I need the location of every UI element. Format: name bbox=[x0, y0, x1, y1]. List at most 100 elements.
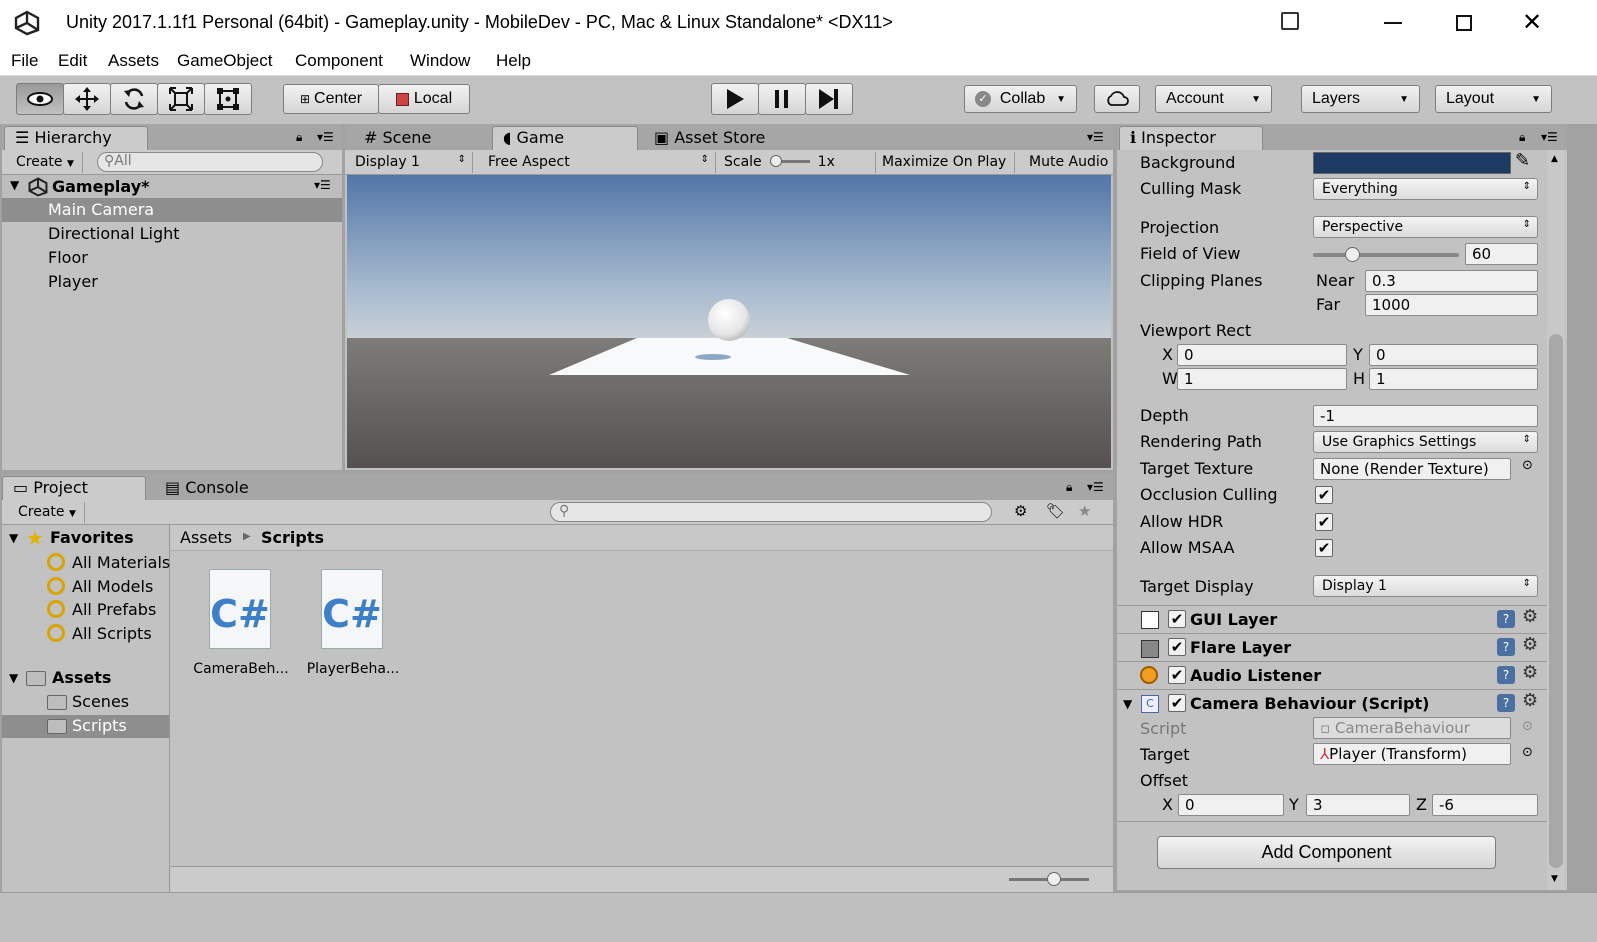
star-icon[interactable]: ★ bbox=[1078, 502, 1091, 520]
display-dropdown[interactable]: Display 1 ⇕ bbox=[347, 152, 473, 173]
pivot-local-button[interactable]: Local bbox=[378, 84, 470, 114]
tag-icon[interactable]: 🏷︎ bbox=[1046, 502, 1065, 520]
expand-triangle-icon[interactable]: ▼ bbox=[1123, 697, 1132, 711]
layout-dropdown[interactable]: Layout ▼ bbox=[1435, 85, 1552, 113]
fov-slider-track[interactable] bbox=[1313, 253, 1459, 257]
camera-behaviour-enabled-checkbox[interactable]: ✔ bbox=[1168, 694, 1186, 712]
game-viewport[interactable] bbox=[347, 175, 1111, 468]
near-field[interactable]: 0.3 bbox=[1365, 270, 1538, 292]
lock-icon[interactable]: 🔒︎ bbox=[1519, 130, 1525, 145]
tab-project[interactable]: ▭ Project bbox=[2, 476, 146, 500]
hierarchy-create-button[interactable]: Create ▼ bbox=[8, 152, 83, 173]
project-search-input[interactable]: ⚲ bbox=[550, 502, 992, 522]
snap-icon[interactable] bbox=[1281, 12, 1299, 30]
pause-button[interactable] bbox=[758, 83, 806, 115]
help-book-icon[interactable]: ? bbox=[1497, 666, 1515, 684]
aspect-dropdown[interactable]: Free Aspect ⇕ bbox=[480, 152, 716, 173]
object-picker-icon[interactable]: ⊙ bbox=[1522, 745, 1533, 760]
scale-tool-button[interactable] bbox=[157, 83, 205, 115]
target-display-dropdown[interactable]: Display 1 ⇕ bbox=[1313, 575, 1538, 597]
viewport-x-field[interactable]: 0 bbox=[1177, 344, 1347, 366]
panel-menu-icon[interactable]: ▾☰ bbox=[1087, 130, 1104, 144]
help-book-icon[interactable]: ? bbox=[1497, 610, 1515, 628]
add-component-button[interactable]: Add Component bbox=[1157, 836, 1496, 869]
lock-icon[interactable]: 🔒︎ bbox=[1066, 480, 1072, 495]
gui-layer-enabled-checkbox[interactable]: ✔ bbox=[1168, 610, 1186, 628]
viewport-y-field[interactable]: 0 bbox=[1369, 344, 1538, 366]
inspector-scrollbar[interactable]: ▲ ▼ bbox=[1547, 150, 1565, 890]
menu-component[interactable]: Component bbox=[295, 51, 383, 71]
tab-scene[interactable]: # Scene bbox=[353, 126, 473, 150]
assets-folder-label[interactable]: Assets bbox=[52, 668, 111, 687]
filter-by-type-icon[interactable]: ⚙ bbox=[1014, 502, 1027, 520]
gear-icon[interactable]: ⚙ bbox=[1522, 606, 1538, 627]
menu-window[interactable]: Window bbox=[410, 51, 470, 71]
expand-triangle-icon[interactable]: ▼ bbox=[9, 671, 18, 685]
asset-player-behaviour[interactable]: C# PlayerBeha... bbox=[303, 569, 403, 689]
tab-hierarchy[interactable]: ☰ Hierarchy bbox=[4, 126, 148, 150]
menu-help[interactable]: Help bbox=[496, 51, 531, 71]
offset-y-field[interactable]: 3 bbox=[1306, 794, 1410, 816]
expand-triangle-icon[interactable]: ▼ bbox=[9, 531, 18, 545]
help-book-icon[interactable]: ? bbox=[1497, 694, 1515, 712]
rendering-path-dropdown[interactable]: Use Graphics Settings ⇕ bbox=[1313, 431, 1538, 453]
lock-icon[interactable]: 🔒︎ bbox=[296, 130, 302, 145]
scale-slider-track[interactable] bbox=[769, 155, 810, 167]
gear-icon[interactable]: ⚙ bbox=[1522, 662, 1538, 683]
menu-file[interactable]: File bbox=[11, 51, 38, 71]
gear-icon[interactable]: ⚙ bbox=[1522, 634, 1538, 655]
far-field[interactable]: 1000 bbox=[1365, 294, 1538, 316]
panel-menu-icon[interactable]: ▾☰ bbox=[1087, 480, 1104, 494]
minimize-button[interactable] bbox=[1384, 22, 1402, 24]
pivot-center-button[interactable]: ⊞ Center bbox=[283, 84, 379, 114]
favorite-all-models[interactable]: All Models bbox=[72, 577, 153, 596]
object-picker-icon[interactable]: ⊙ bbox=[1522, 458, 1533, 473]
layers-dropdown[interactable]: Layers ▼ bbox=[1301, 85, 1420, 113]
expand-triangle-icon[interactable]: ▼ bbox=[10, 178, 19, 192]
projection-dropdown[interactable]: Perspective ⇕ bbox=[1313, 216, 1538, 238]
panel-menu-icon[interactable]: ▾☰ bbox=[1541, 130, 1558, 144]
scroll-down-icon[interactable]: ▼ bbox=[1551, 874, 1558, 884]
scroll-up-icon[interactable]: ▲ bbox=[1551, 154, 1558, 164]
component-flare-layer[interactable]: ✔ Flare Layer ? ⚙ bbox=[1117, 633, 1547, 661]
panel-menu-icon[interactable]: ▾☰ bbox=[317, 130, 334, 144]
tab-inspector[interactable]: ℹ Inspector bbox=[1119, 126, 1263, 150]
tab-asset-store[interactable]: ▣ Asset Store bbox=[643, 126, 793, 150]
fov-slider-thumb[interactable] bbox=[1345, 247, 1361, 262]
menu-assets[interactable]: Assets bbox=[108, 51, 159, 71]
offset-x-field[interactable]: 0 bbox=[1178, 794, 1284, 816]
folder-scripts-row[interactable]: Scripts bbox=[2, 715, 169, 738]
gear-icon[interactable]: ⚙ bbox=[1522, 690, 1538, 711]
depth-field[interactable]: -1 bbox=[1313, 405, 1538, 427]
project-create-button[interactable]: Create ▼ bbox=[10, 502, 85, 523]
viewport-w-field[interactable]: 1 bbox=[1177, 368, 1347, 390]
icon-size-slider-thumb[interactable] bbox=[1047, 872, 1061, 886]
component-gui-layer[interactable]: ✔ GUI Layer ? ⚙ bbox=[1117, 605, 1547, 633]
maximize-on-play-toggle[interactable]: Maximize On Play bbox=[874, 152, 1016, 173]
menu-gameobject[interactable]: GameObject bbox=[177, 51, 272, 71]
audio-listener-enabled-checkbox[interactable]: ✔ bbox=[1168, 666, 1186, 684]
asset-camera-behaviour[interactable]: C# CameraBeh... bbox=[191, 569, 291, 689]
background-color-field[interactable] bbox=[1313, 152, 1511, 174]
help-book-icon[interactable]: ? bbox=[1497, 638, 1515, 656]
hierarchy-item-directional-light[interactable]: Directional Light bbox=[2, 222, 342, 246]
hierarchy-item-floor[interactable]: Floor bbox=[2, 246, 342, 270]
hierarchy-item-player[interactable]: Player bbox=[2, 270, 342, 294]
favorite-all-materials[interactable]: All Materials bbox=[72, 553, 170, 572]
folder-scenes[interactable]: Scenes bbox=[72, 692, 129, 711]
maximize-button[interactable] bbox=[1456, 15, 1472, 31]
eyedropper-icon[interactable]: ✎ bbox=[1515, 150, 1530, 171]
flare-layer-enabled-checkbox[interactable]: ✔ bbox=[1168, 638, 1186, 656]
rotate-tool-button[interactable] bbox=[110, 83, 158, 115]
occlusion-culling-checkbox[interactable]: ✔ bbox=[1315, 486, 1333, 504]
menu-edit[interactable]: Edit bbox=[58, 51, 87, 71]
tab-console[interactable]: ▤ Console bbox=[154, 476, 274, 500]
fov-field[interactable]: 60 bbox=[1465, 243, 1538, 265]
component-audio-listener[interactable]: ✔ Audio Listener ? ⚙ bbox=[1117, 661, 1547, 689]
target-texture-field[interactable]: None (Render Texture) bbox=[1313, 458, 1511, 480]
component-camera-behaviour[interactable]: ▼ C ✔ Camera Behaviour (Script) ? ⚙ bbox=[1117, 689, 1547, 717]
favorite-all-scripts[interactable]: All Scripts bbox=[72, 624, 152, 643]
play-button[interactable] bbox=[711, 83, 759, 115]
allow-msaa-checkbox[interactable]: ✔ bbox=[1315, 539, 1333, 557]
offset-z-field[interactable]: -6 bbox=[1432, 794, 1538, 816]
